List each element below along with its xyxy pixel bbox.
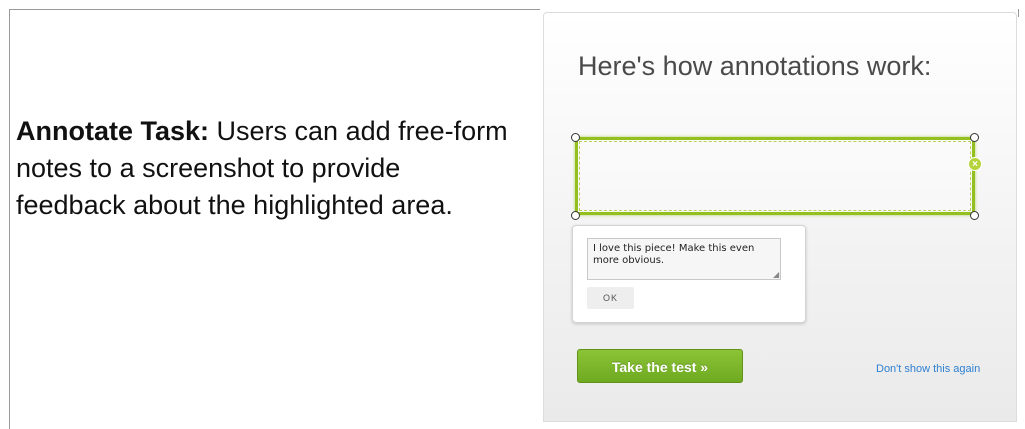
modal-title: Here's how annotations work: [578,51,932,81]
annotation-note-popup: I love this piece! Make this even more o… [572,225,806,323]
resize-handle-top-left[interactable] [571,133,580,142]
resize-handle-bottom-right[interactable] [970,211,979,220]
note-textarea[interactable]: I love this piece! Make this even more o… [587,238,781,280]
close-icon[interactable]: × [968,157,982,171]
resize-handle-top-right[interactable] [970,133,979,142]
ok-button[interactable]: OK [587,287,634,309]
annotation-tutorial-modal: Here's how annotations work: × I love th… [543,12,1017,422]
task-description: Annotate Task: Users can add free-form n… [16,113,516,224]
annotation-highlight-box[interactable] [575,137,975,215]
resize-handle-bottom-left[interactable] [571,211,580,220]
resize-grip-icon[interactable]: ◢ [773,271,779,279]
task-description-label: Annotate Task: [16,116,210,146]
divider-line [1018,9,1019,17]
take-the-test-button[interactable]: Take the test » [577,349,743,383]
dont-show-again-link[interactable]: Don't show this again [876,363,980,375]
